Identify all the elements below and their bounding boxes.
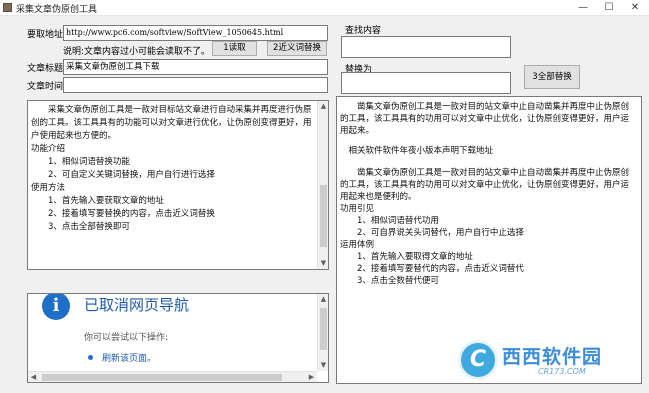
- result-paragraph: [340, 137, 637, 145]
- result-paragraph: 1、相似词语替代功用: [340, 216, 439, 226]
- synonym-replace-button[interactable]: 2近义词替换: [267, 41, 327, 56]
- browser-content: i 已取消网页导航 你可以尝试以下操作: 刷新该页面。: [28, 294, 318, 382]
- nav-cancelled-title: 已取消网页导航: [84, 296, 190, 314]
- minimize-icon[interactable]: —: [570, 0, 596, 16]
- watermark: C 西西软件园 CR173.COM: [458, 338, 644, 383]
- browser-vscrollbar[interactable]: ▲ ▼: [317, 294, 328, 371]
- result-paragraph: 3、点击全数替代便可: [340, 276, 439, 286]
- hscroll-thumb[interactable]: [42, 374, 282, 381]
- source-paragraph: 采集文章伪原创工具是一款对目标站文章进行自动采集并再度进行伪原创的工具。该工具具…: [31, 105, 312, 141]
- scroll-up-icon[interactable]: ▲: [318, 294, 328, 305]
- scroll-thumb[interactable]: [320, 308, 327, 350]
- scroll-thumb[interactable]: [320, 185, 327, 247]
- app-icon: [3, 3, 12, 12]
- replace-with-input[interactable]: [341, 72, 511, 94]
- source-paragraph: 2、接着填写要替换的内容，点击近义词替换: [31, 209, 215, 219]
- note-label: 说明:文章内容过小可能会读取不了。: [63, 47, 211, 57]
- result-paragraph: 2、可自界说关头词替代，用户自行中止选择: [340, 228, 524, 238]
- replace-all-button[interactable]: 3全部替换: [524, 65, 580, 89]
- scroll-up-icon[interactable]: ▲: [318, 101, 328, 112]
- result-paragraph: 功用引见: [340, 204, 375, 214]
- watermark-logo-icon: C: [458, 340, 498, 380]
- title-bar: 采集文章伪原创工具 — ☐ ✕: [0, 0, 649, 16]
- refresh-link[interactable]: 刷新该页面。: [102, 351, 156, 364]
- read-button[interactable]: 1读取: [212, 41, 257, 56]
- window-title: 采集文章伪原创工具: [16, 5, 98, 15]
- watermark-sub: CR173.COM: [538, 367, 586, 376]
- source-paragraph: 2、可自定义关键词替换，用户自行进行选择: [31, 170, 215, 180]
- source-text: 采集文章伪原创工具是一款对目标站文章进行自动采集并再度进行伪原创的工具。该工具具…: [31, 104, 315, 266]
- watermark-brand: 西西软件园: [502, 346, 603, 368]
- url-label: 要取地址: [27, 30, 64, 40]
- result-paragraph: [340, 157, 637, 167]
- bullet-icon: [88, 355, 93, 360]
- time-input[interactable]: [63, 77, 328, 93]
- source-paragraph: 使用方法: [31, 183, 66, 193]
- scroll-left-icon[interactable]: ◀: [28, 372, 39, 382]
- result-paragraph: 凿集文章伪原创工具是一款对目的站文章中止自动凿集并再度中止伪原创的工具，该工具具…: [340, 102, 630, 136]
- close-icon[interactable]: ✕: [622, 0, 648, 16]
- result-paragraph: 2、接着填写要替代的内容，点击近义词替代: [340, 264, 524, 274]
- scroll-down-icon[interactable]: ▼: [318, 360, 328, 371]
- time-label: 文章时间:: [27, 82, 67, 92]
- url-input[interactable]: http://www.pc6.com/softview/SoftView_105…: [63, 25, 328, 41]
- source-paragraph: 3、点击全部替换即可: [31, 222, 130, 232]
- source-paragraph: 功能介绍: [31, 144, 66, 154]
- scroll-right-icon[interactable]: ▶: [306, 372, 317, 382]
- title-label: 文章标题:: [27, 64, 67, 74]
- info-icon: i: [42, 294, 70, 320]
- browser-hscrollbar[interactable]: ◀ ▶: [28, 371, 317, 382]
- source-text-area[interactable]: 采集文章伪原创工具是一款对目标站文章进行自动采集并再度进行伪原创的工具。该工具具…: [27, 100, 329, 270]
- browser-panel[interactable]: i 已取消网页导航 你可以尝试以下操作: 刷新该页面。 ▲ ▼ ◀ ▶: [27, 293, 329, 383]
- maximize-icon[interactable]: ☐: [596, 0, 622, 16]
- source-scrollbar[interactable]: ▲ ▼: [317, 101, 328, 269]
- find-label: 查找内容: [345, 26, 382, 36]
- result-paragraph: 运用体例: [340, 240, 375, 250]
- result-paragraph: 相关软件软件年夜小版本声明下载地址: [340, 146, 494, 156]
- result-paragraph: 凿集文章伪原创工具是一款对目的站文章中止自动凿集并再度中止伪原创的工具，该工具具…: [340, 168, 630, 202]
- nav-hint: 你可以尝试以下操作:: [84, 333, 169, 343]
- source-paragraph: 1、相似词语替换功能: [31, 157, 130, 167]
- find-input[interactable]: [341, 36, 511, 58]
- scroll-down-icon[interactable]: ▼: [318, 258, 328, 269]
- source-paragraph: 1、首先输入要获取文章的地址: [31, 196, 164, 206]
- title-input[interactable]: 采集文章伪原创工具下载: [63, 59, 328, 75]
- result-paragraph: 1、首先输入要取得文章的地址: [340, 252, 473, 262]
